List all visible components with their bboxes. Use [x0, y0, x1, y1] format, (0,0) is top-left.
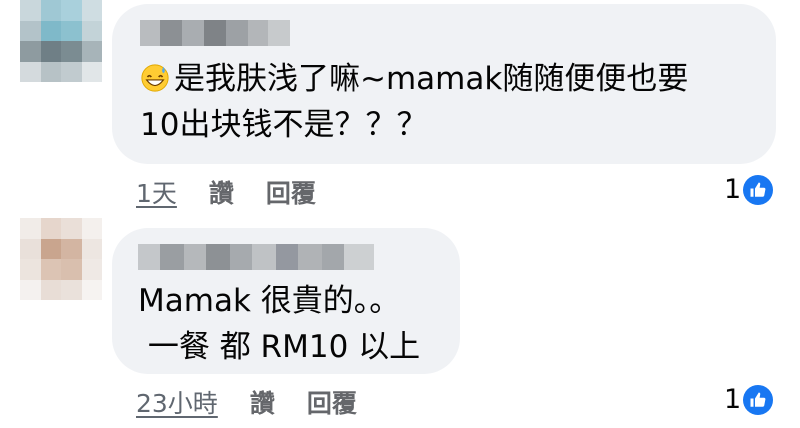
comment-line: 10出块钱不是？？？ — [140, 107, 428, 143]
comment-text: 是我肤浅了嘛~mamak随随便便也要 10出块钱不是？？？ — [140, 56, 688, 148]
reaction-count: 1 — [724, 384, 742, 415]
comment-line: Mamak 很貴的。。 — [138, 283, 401, 319]
comment-actions: 23小時 讚 回覆 — [136, 384, 357, 420]
comment-line: 是我肤浅了嘛~mamak随随便便也要 — [140, 56, 688, 102]
reaction-summary[interactable]: 1 — [724, 384, 774, 415]
timestamp-link[interactable]: 23小時 — [136, 384, 218, 420]
comment-line-text: 是我肤浅了嘛~mamak随随便便也要 — [174, 61, 689, 97]
timestamp-link[interactable]: 1天 — [136, 174, 177, 210]
avatar[interactable] — [20, 218, 102, 300]
avatar[interactable] — [20, 0, 102, 82]
comment-actions: 1天 讚 回覆 — [136, 174, 316, 210]
comment-bubble: Mamak 很貴的。。 一餐 都 RM10 以上 — [112, 228, 460, 374]
comment-line: 一餐 都 RM10 以上 — [138, 329, 421, 365]
comment-bubble: 是我肤浅了嘛~mamak随随便便也要 10出块钱不是？？？ — [112, 4, 776, 164]
reaction-count: 1 — [724, 174, 742, 205]
reply-button[interactable]: 回覆 — [266, 174, 316, 210]
reaction-summary[interactable]: 1 — [724, 174, 774, 205]
like-button[interactable]: 讚 — [250, 384, 275, 420]
comment-thread: 是我肤浅了嘛~mamak随随便便也要 10出块钱不是？？？ 1天 讚 回覆 1 — [0, 0, 800, 428]
reply-button[interactable]: 回覆 — [307, 384, 357, 420]
comment-text: Mamak 很貴的。。 一餐 都 RM10 以上 — [138, 278, 420, 370]
like-button[interactable]: 讚 — [209, 174, 234, 210]
thumbs-up-icon — [743, 174, 774, 205]
author-name[interactable] — [138, 244, 374, 270]
thumbs-up-icon — [743, 384, 774, 415]
grinning-sweat-emoji — [141, 64, 169, 92]
author-name[interactable] — [140, 20, 290, 46]
